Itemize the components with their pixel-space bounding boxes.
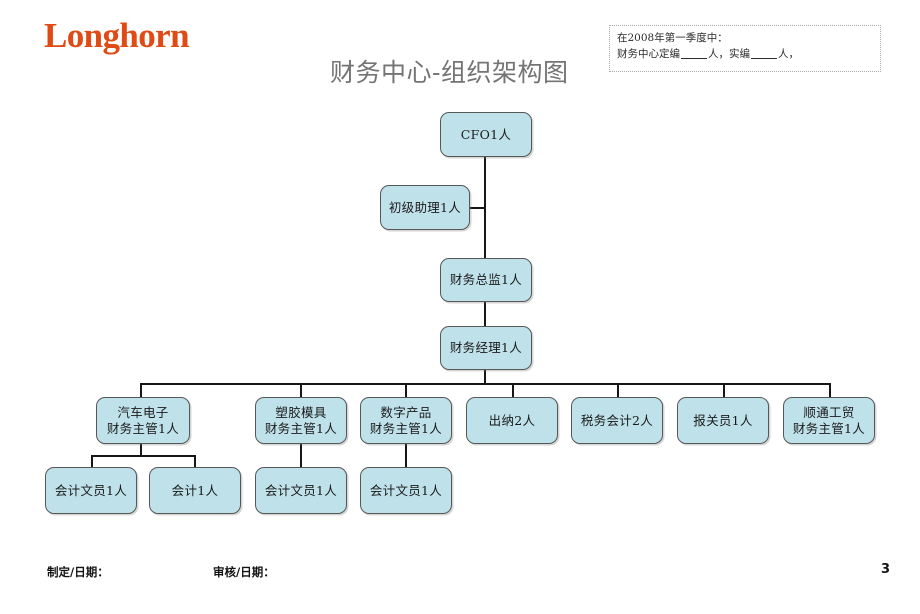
longhorn-logo: Longhorn — [44, 16, 190, 55]
node-accountant-1[interactable]: 会计1人 — [149, 467, 241, 514]
drop-clerk1 — [91, 455, 94, 467]
node-auto-line1: 汽车电子 — [117, 404, 169, 420]
footer-reviewed-by: 审核/日期： — [213, 565, 275, 579]
footer-prepared-by: 制定/日期： — [47, 565, 109, 579]
node-manager[interactable]: 财务经理1人 — [440, 326, 532, 370]
headcount-actual-blank — [751, 58, 777, 59]
page-number: 3 — [881, 562, 891, 577]
node-accounting-clerk-1[interactable]: 会计文员1人 — [45, 467, 137, 514]
node-clerk2-label: 会计文员1人 — [264, 482, 338, 498]
node-cfo-label: CFO1人 — [460, 126, 512, 142]
node-cfo[interactable]: CFO1人 — [440, 112, 532, 157]
note-line-2-suffix: 人， — [778, 48, 799, 60]
node-cashier-label: 出纳2人 — [488, 412, 536, 428]
node-shuntong-supervisor[interactable]: 顺通工贸 财务主管1人 — [783, 397, 875, 444]
drop-auto — [140, 383, 143, 398]
node-shuntong-line2: 财务主管1人 — [792, 420, 866, 436]
node-plastic-line1: 塑胶模具 — [275, 404, 327, 420]
org-chart-slide: Longhorn 财务中心-组织架构图 在2008年第一季度中： 财务中心定编 人… — [0, 0, 920, 614]
edge-digital-clerk3 — [405, 444, 408, 467]
node-manager-label: 财务经理1人 — [449, 340, 523, 355]
node-director-label: 财务总监1人 — [449, 272, 523, 287]
page-title: 财务中心-组织架构图 — [330, 58, 569, 87]
note-line-1: 在2008年第一季度中： — [617, 32, 728, 44]
bus-auto-children — [91, 455, 196, 458]
note-line-2-middle: 人，实编 — [708, 48, 750, 60]
edge-director-manager — [484, 302, 487, 326]
node-director[interactable]: 财务总监1人 — [440, 258, 532, 302]
headcount-quota-blank — [681, 58, 707, 59]
node-clerk3-label: 会计文员1人 — [369, 482, 443, 498]
node-customs-label: 报关员1人 — [693, 412, 753, 428]
node-plastic-line2: 财务主管1人 — [264, 420, 338, 436]
node-tax-label: 税务会计2人 — [580, 412, 654, 428]
drop-plastic — [300, 383, 303, 398]
bus-level-4 — [140, 383, 830, 386]
node-digital-line2: 财务主管1人 — [369, 420, 443, 436]
node-plastic-supervisor[interactable]: 塑胶模具 财务主管1人 — [255, 397, 347, 444]
drop-customs — [723, 383, 726, 398]
edge-cfo-spine — [484, 157, 487, 267]
node-shuntong-line1: 顺通工贸 — [803, 404, 855, 420]
drop-cashier — [512, 383, 515, 398]
drop-tax — [617, 383, 620, 398]
node-digital-supervisor[interactable]: 数字产品 财务主管1人 — [360, 397, 452, 444]
drop-shuntong — [829, 383, 832, 398]
node-accounting-clerk-2[interactable]: 会计文员1人 — [255, 467, 347, 514]
node-assistant[interactable]: 初级助理1人 — [380, 185, 470, 230]
headcount-note-box: 在2008年第一季度中： 财务中心定编 人，实编 人， — [609, 25, 881, 72]
drop-acct1 — [194, 455, 197, 467]
node-clerk1-label: 会计文员1人 — [54, 482, 128, 498]
node-tax-accountant[interactable]: 税务会计2人 — [571, 397, 663, 444]
node-auto-line2: 财务主管1人 — [106, 420, 180, 436]
drop-digital — [405, 383, 408, 398]
note-line-2-prefix: 财务中心定编 — [617, 48, 680, 60]
note-line-2: 财务中心定编 人，实编 人， — [617, 46, 873, 62]
node-digital-line1: 数字产品 — [380, 404, 432, 420]
node-auto-supervisor[interactable]: 汽车电子 财务主管1人 — [96, 397, 190, 444]
edge-plastic-clerk2 — [300, 444, 303, 467]
node-accounting-clerk-3[interactable]: 会计文员1人 — [360, 467, 452, 514]
node-acct1-label: 会计1人 — [171, 482, 219, 498]
node-cashier[interactable]: 出纳2人 — [466, 397, 558, 444]
edge-cfo-assistant — [470, 207, 486, 210]
edge-manager-bus — [484, 370, 487, 384]
node-customs-clerk[interactable]: 报关员1人 — [677, 397, 769, 444]
node-assistant-label: 初级助理1人 — [388, 199, 462, 215]
